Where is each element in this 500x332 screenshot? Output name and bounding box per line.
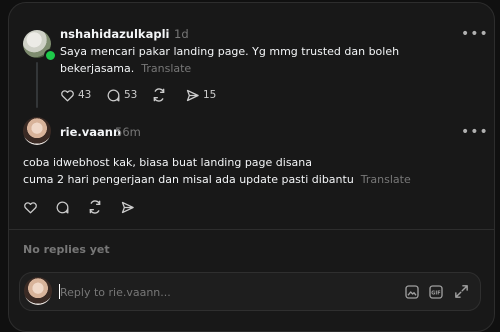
send-icon (120, 200, 135, 215)
post-share-button[interactable]: 15 (185, 86, 216, 104)
heart-icon (23, 200, 38, 215)
reply-author-username[interactable]: rie.vaann (60, 125, 121, 139)
post-like-button[interactable]: 43 (60, 86, 91, 104)
reply-more-icon[interactable]: ••• (461, 125, 489, 139)
reply-like-button[interactable] (23, 198, 38, 216)
post-timestamp[interactable]: 1d (174, 27, 189, 41)
thread-connector-line (36, 62, 38, 108)
reply-composer[interactable]: GIF (19, 272, 481, 311)
reply-translate-link[interactable]: Translate (361, 173, 411, 186)
gif-icon[interactable]: GIF (428, 284, 444, 304)
repost-icon (151, 87, 167, 103)
reply-comment-button[interactable] (55, 198, 70, 216)
online-status-indicator (44, 49, 57, 62)
reply-text: coba idwebhost kak, biasa buat landing p… (23, 155, 411, 188)
section-divider (9, 229, 494, 230)
post-more-icon[interactable]: ••• (461, 27, 489, 41)
post-repost-button[interactable] (151, 86, 167, 104)
reply-share-button[interactable] (120, 198, 135, 216)
composer-avatar (24, 277, 52, 305)
reply-text-line-2-content: cuma 2 hari pengerjaan dan misal ada upd… (23, 172, 354, 186)
comment-bubble-icon (106, 88, 121, 103)
post-text: Saya mencari pakar landing page. Yg mmg … (60, 44, 399, 77)
reply-repost-button[interactable] (87, 198, 103, 216)
post-text-line-1: Saya mencari pakar landing page. Yg mmg … (60, 45, 400, 58)
reply-text-line-2: cuma 2 hari pengerjaan dan misal ada upd… (23, 172, 411, 189)
post-translate-link[interactable]: Translate (141, 62, 191, 75)
repost-icon (87, 199, 103, 215)
send-icon (185, 88, 200, 103)
post-text-line-2: bekerjasama. Translate (60, 61, 399, 78)
post-text-line-2-content: bekerjasama. (60, 61, 135, 75)
reply-text-line-1: coba idwebhost kak, biasa buat landing p… (23, 156, 313, 169)
post-comment-button[interactable]: 53 (106, 86, 137, 104)
expand-icon[interactable] (453, 283, 470, 304)
post-share-count: 15 (203, 89, 217, 101)
comment-bubble-icon (55, 200, 70, 215)
heart-icon (60, 88, 75, 103)
image-icon[interactable] (404, 284, 420, 304)
reply-author-avatar[interactable] (23, 117, 51, 145)
post-like-count: 43 (78, 89, 92, 101)
no-replies-label: No replies yet (23, 243, 110, 256)
text-caret (59, 284, 60, 299)
post-author-username[interactable]: nshahidazulkapli (60, 27, 169, 41)
svg-text:GIF: GIF (431, 290, 440, 296)
reply-timestamp[interactable]: 56m (115, 125, 141, 139)
reply-input[interactable] (60, 283, 360, 301)
post-comment-count: 53 (124, 89, 138, 101)
